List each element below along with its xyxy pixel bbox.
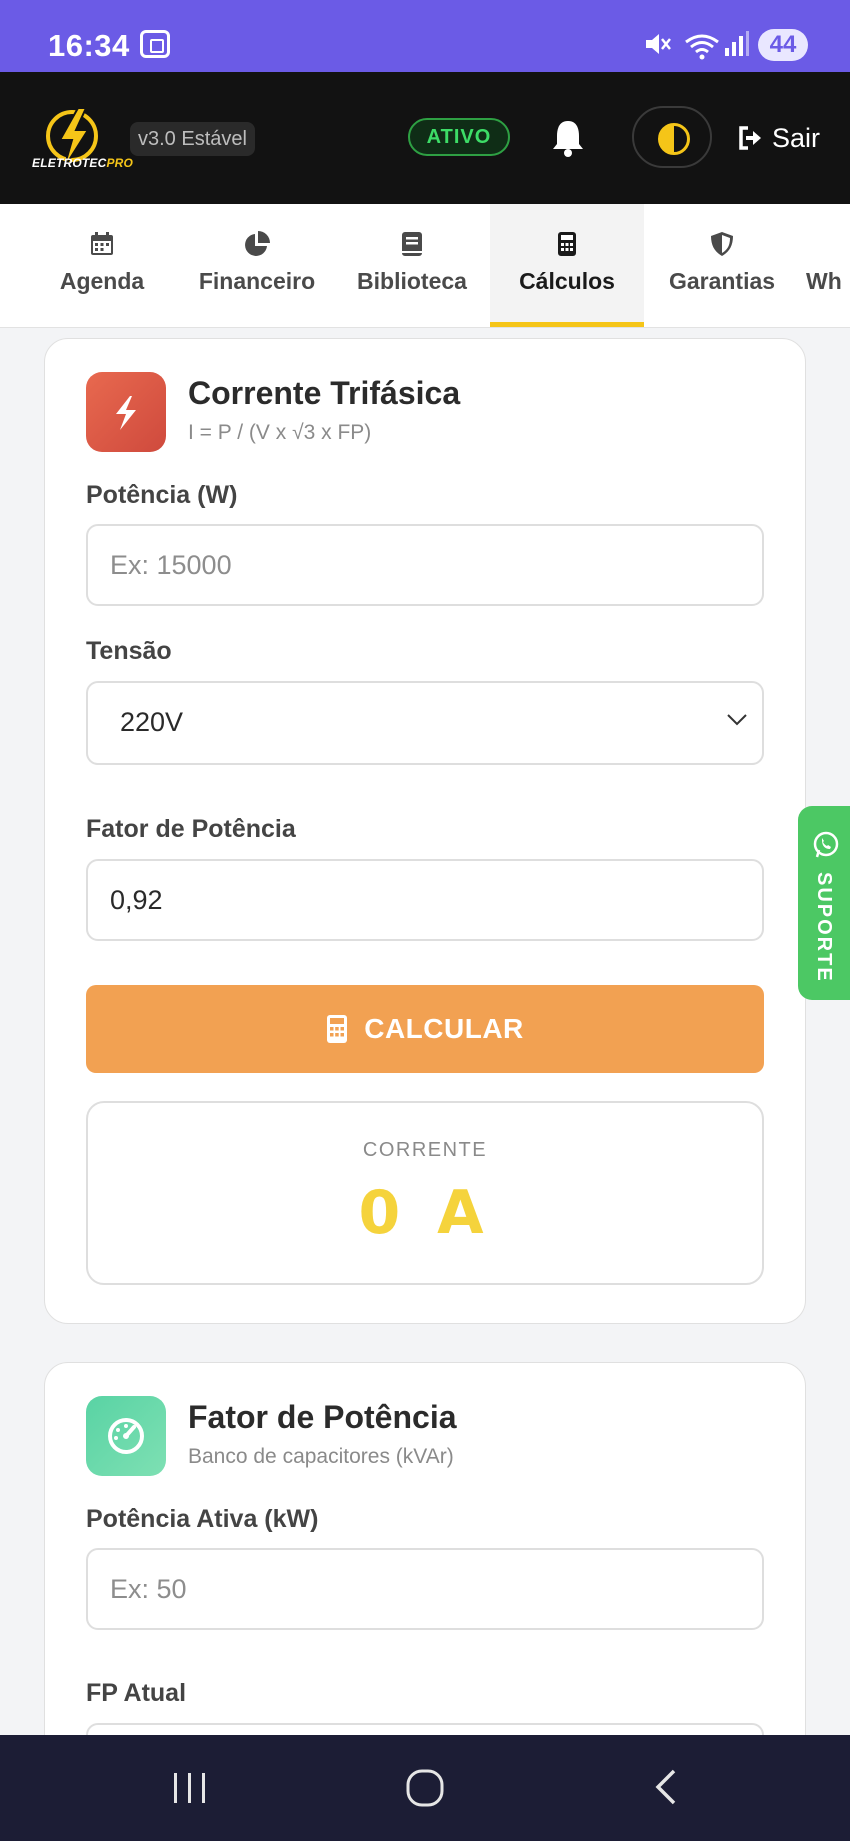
tab-wh[interactable]: Wh [806, 204, 850, 327]
calculator-icon [327, 1015, 348, 1043]
support-button[interactable]: SUPORTE [798, 806, 850, 1000]
calculator-icon [558, 232, 576, 256]
tab-label: Financeiro [198, 268, 316, 294]
card-icon-gauge [86, 1396, 166, 1476]
voltage-selected-value: 220V [120, 707, 184, 737]
status-badge: ATIVO [408, 118, 510, 156]
whatsapp-icon [813, 831, 839, 858]
calendar-icon [91, 232, 113, 255]
logo-icon [46, 107, 98, 169]
book-icon [402, 232, 422, 256]
field-label: Potência (W) [86, 481, 238, 509]
tab-label: Wh [806, 268, 842, 294]
system-nav-bar [0, 1735, 850, 1841]
support-label: SUPORTE [813, 872, 835, 983]
card-corrente-trifasica: Corrente Trifásica I = P / (V x √3 x FP)… [44, 338, 806, 1324]
voltage-select[interactable]: 220V [86, 681, 764, 765]
tab-label: Agenda [59, 268, 145, 294]
logout-icon [739, 126, 761, 150]
chevron-down-icon [727, 714, 747, 726]
recent-apps-icon[interactable] [170, 1767, 210, 1807]
field-label: FP Atual [86, 1679, 187, 1707]
mute-icon [646, 34, 671, 54]
field-label: Potência Ativa (kW) [86, 1505, 319, 1533]
card-subtitle: I = P / (V x √3 x FP) [188, 421, 372, 444]
gauge-icon [108, 1418, 144, 1454]
wifi-icon [685, 34, 719, 60]
field-label: Fator de Potência [86, 815, 296, 843]
calculate-label: CALCULAR [364, 1013, 524, 1044]
field-label: Tensão [86, 637, 172, 665]
tab-calculos[interactable]: Cálculos [490, 204, 644, 327]
tab-agenda[interactable]: Agenda [42, 204, 162, 327]
battery-indicator: 44 [758, 29, 808, 61]
status-time: 16:34 [48, 28, 130, 63]
theme-toggle-button[interactable] [632, 106, 712, 168]
active-power-input[interactable]: Ex: 50 [86, 1548, 764, 1630]
app-header: ELETROTECPRO v3.0 Estável ATIVO Sair [0, 72, 850, 204]
result-value: 0 A [358, 1178, 492, 1248]
signal-icon [725, 31, 749, 56]
power-input[interactable]: Ex: 15000 [86, 524, 764, 606]
result-box: CORRENTE 0 A [86, 1101, 764, 1285]
tab-biblioteca[interactable]: Biblioteca [352, 204, 472, 327]
bolt-icon [116, 396, 136, 430]
tab-label: Biblioteca [357, 268, 467, 294]
shield-icon [711, 232, 733, 256]
logo-text: ELETROTECPRO [32, 156, 134, 170]
card-title: Corrente Trifásica [188, 375, 461, 411]
version-badge: v3.0 Estável [130, 122, 255, 156]
status-bar: 16:34 44 [0, 0, 850, 72]
logout-button[interactable]: Sair [736, 118, 820, 158]
tab-financeiro[interactable]: Financeiro [192, 204, 322, 327]
card-title: Fator de Potência [188, 1399, 457, 1435]
screenshot-icon [140, 30, 170, 58]
tab-label: Cálculos [519, 268, 615, 294]
calculate-button[interactable]: CALCULAR [86, 985, 764, 1073]
back-icon[interactable] [650, 1767, 680, 1807]
card-subtitle: Banco de capacitores (kVAr) [188, 1445, 454, 1468]
result-label: CORRENTE [362, 1139, 488, 1161]
power-factor-input[interactable]: 0,92 [86, 859, 764, 941]
logout-label: Sair [772, 122, 821, 153]
card-icon-bolt [86, 372, 166, 452]
contrast-icon [658, 123, 690, 155]
tab-bar: Agenda Financeiro Biblioteca Cálculos Ga… [0, 204, 850, 328]
bell-icon[interactable] [550, 118, 586, 158]
tab-garantias[interactable]: Garantias [664, 204, 780, 327]
pie-chart-icon [245, 231, 270, 256]
home-icon[interactable] [404, 1767, 446, 1809]
tab-label: Garantias [668, 268, 776, 294]
